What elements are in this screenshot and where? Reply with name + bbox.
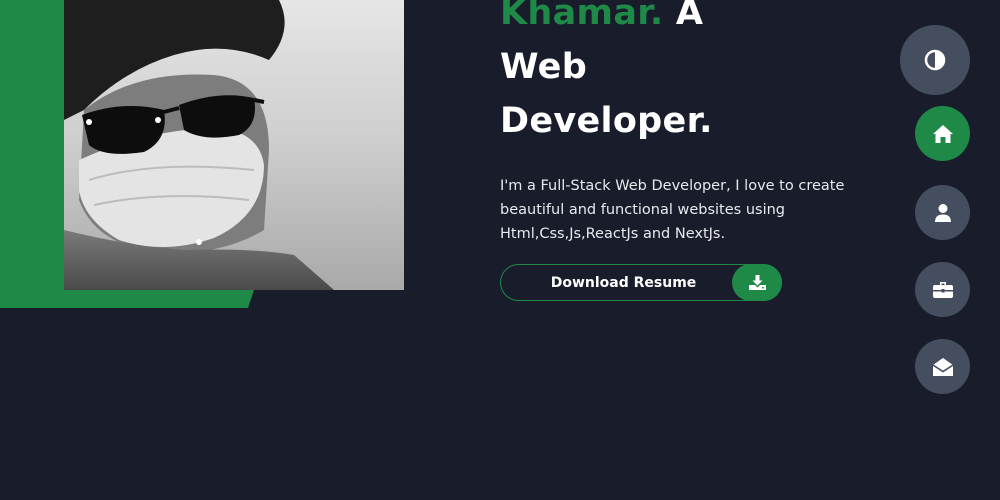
hero-description: I'm a Full-Stack Web Developer, I love t… (500, 178, 845, 242)
download-resume-label: Download Resume (550, 274, 697, 291)
briefcase-icon (932, 282, 953, 298)
download-icon (732, 264, 782, 301)
hero-title-line2: Web (500, 47, 588, 87)
profile-photo-image (64, 0, 404, 290)
theme-toggle-button[interactable] (900, 25, 970, 95)
home-icon (932, 124, 953, 143)
download-resume-button[interactable]: Download Resume (500, 264, 782, 301)
nav-contact-button[interactable] (915, 339, 970, 394)
hero-title: Khamar. A Web Developer. (500, 0, 880, 148)
nav-home-button[interactable] (915, 106, 970, 161)
theme-toggle-icon (924, 49, 946, 71)
nav-about-button[interactable] (915, 185, 970, 240)
profile-photo (64, 0, 404, 290)
nav-portfolio-button[interactable] (915, 262, 970, 317)
hero-section: Khamar. A Web Developer. I'm a Full-Stack … (0, 0, 1000, 500)
hero-title-line1: A (663, 0, 704, 33)
hero-title-line3: Developer. (500, 101, 713, 141)
download-icon-glyph (748, 275, 766, 290)
hero-name: Khamar. (500, 0, 664, 33)
user-icon (934, 203, 951, 222)
envelope-open-icon (932, 358, 953, 376)
